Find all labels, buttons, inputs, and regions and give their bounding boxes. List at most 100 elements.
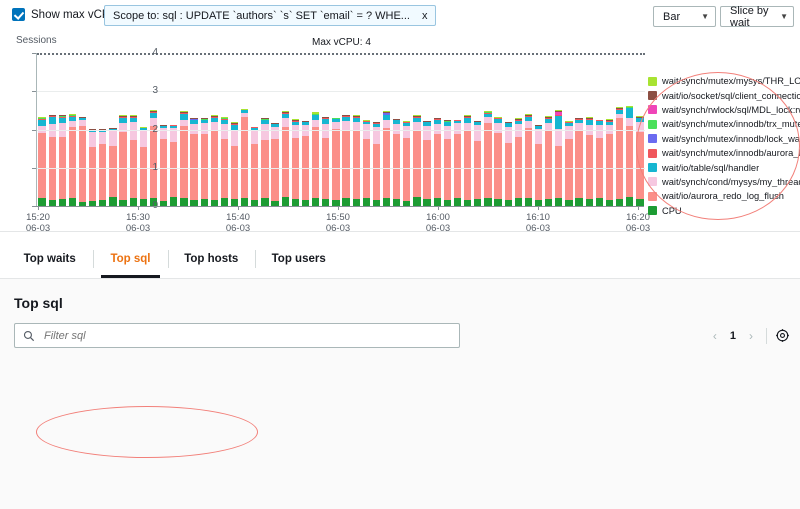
legend-item[interactable]: wait/synch/mutex/innodb/trx_mutex [648, 117, 800, 131]
chart-bar[interactable] [535, 125, 542, 206]
chart-bar-segment [99, 132, 106, 144]
checkbox-icon[interactable] [12, 8, 25, 21]
chart-bar-segment [282, 118, 289, 126]
chart-bar[interactable] [160, 125, 167, 206]
chart-bar[interactable] [444, 120, 451, 206]
chart-bar[interactable] [555, 110, 562, 206]
tab-top-hosts[interactable]: Top hosts [168, 240, 255, 278]
analysis-tabs: Top waitsTop sql Top hosts Top users [0, 240, 800, 278]
chart-bar[interactable] [261, 118, 268, 206]
gridline [37, 91, 645, 92]
chart-bar[interactable] [575, 118, 582, 206]
next-page-button[interactable]: › [744, 329, 758, 343]
y-axis-tick-label: 3 [134, 85, 158, 96]
chart-bar[interactable] [434, 118, 441, 206]
chart-bar-segment [119, 132, 126, 200]
chart-bar[interactable] [302, 121, 309, 206]
chart-bar-segment [241, 198, 248, 206]
chart-bar[interactable] [251, 127, 258, 207]
chart-bar-segment [373, 144, 380, 200]
tab-top-sql[interactable]: Top sql [93, 240, 167, 278]
chart-bar[interactable] [423, 121, 430, 206]
chart-type-select[interactable]: Bar ▼ [653, 6, 716, 27]
chart-bar[interactable] [292, 119, 299, 206]
x-tick-time: 15:30 [126, 212, 150, 223]
chart-bar[interactable] [231, 122, 238, 206]
chart-bar[interactable] [190, 118, 197, 206]
legend-item[interactable]: CPU [648, 204, 800, 218]
slice-by-select[interactable]: Slice by wait ▼ [720, 6, 794, 27]
legend-item[interactable]: wait/synch/mutex/innodb/lock_wait_m [648, 132, 800, 146]
chart-plot-area [36, 53, 644, 206]
chart-bar-segment [626, 197, 633, 206]
chart-bar-segment [565, 139, 572, 200]
chart-bar[interactable] [596, 120, 603, 206]
legend-item[interactable]: wait/synch/mutex/innodb/aurora_lock [648, 146, 800, 160]
legend-label: CPU [662, 206, 682, 216]
chart-bar[interactable] [393, 119, 400, 206]
chart-bar[interactable] [332, 118, 339, 206]
chart-bar[interactable] [241, 109, 248, 206]
page-number[interactable]: 1 [726, 330, 740, 342]
chart-bar-segment [201, 199, 208, 206]
chart-bar[interactable] [271, 123, 278, 206]
chart-bar[interactable] [616, 107, 623, 206]
x-tick-date: 06-03 [326, 223, 350, 234]
chart-bar[interactable] [49, 115, 56, 206]
sessions-chart: Sessions Max vCPU: 4 01234 15:2006-0315:… [0, 32, 800, 232]
chart-bar[interactable] [180, 111, 187, 206]
chart-bar-segment [474, 199, 481, 206]
chart-bar[interactable] [454, 120, 461, 206]
x-tick-time: 15:40 [226, 212, 250, 223]
chart-bar[interactable] [565, 121, 572, 206]
tab-label: Top hosts [184, 253, 238, 265]
chart-bar[interactable] [119, 115, 126, 206]
x-axis-line [36, 206, 644, 207]
chart-bar[interactable] [484, 111, 491, 206]
chart-bar-segment [403, 138, 410, 200]
legend-item[interactable]: wait/io/socket/sql/client_connectio [648, 88, 800, 102]
chart-bar[interactable] [373, 122, 380, 206]
x-axis-tick [538, 206, 539, 210]
chart-bar-segment [251, 131, 258, 145]
show-max-vcpu-checkbox[interactable]: Show max vCPU [12, 8, 118, 21]
chart-bar-segment [423, 199, 430, 206]
chart-bar-segment [160, 139, 167, 201]
previous-page-button[interactable]: ‹ [708, 329, 722, 343]
chart-bar[interactable] [69, 114, 76, 207]
chart-bar[interactable] [403, 121, 410, 206]
search-input[interactable] [42, 329, 451, 343]
chart-bar[interactable] [626, 106, 633, 206]
chart-bar[interactable] [312, 112, 319, 206]
x-tick-date: 06-03 [226, 223, 250, 234]
legend-item[interactable]: wait/synch/mutex/mysys/THR_LOCK:mu [648, 74, 800, 88]
chart-bar-segment [38, 198, 45, 206]
chart-bar[interactable] [505, 122, 512, 206]
chart-bar[interactable] [59, 115, 66, 206]
chart-bar-segment [413, 197, 420, 206]
chart-bar[interactable] [525, 114, 532, 206]
chart-bar-segment [282, 127, 289, 197]
chart-bar[interactable] [474, 121, 481, 206]
scope-filter-text: Scope to: sql : UPDATE `authors` `s` SET… [113, 10, 410, 22]
chart-bar[interactable] [342, 115, 349, 206]
chart-bar[interactable] [383, 111, 390, 206]
chart-bar[interactable] [606, 119, 613, 206]
chart-bar[interactable] [170, 125, 177, 206]
close-icon[interactable]: x [420, 10, 430, 22]
legend-item[interactable]: wait/io/aurora_redo_log_flush [648, 189, 800, 203]
legend-item[interactable]: wait/synch/cond/mysys/my_thread_var [648, 175, 800, 189]
search-box[interactable] [14, 323, 460, 348]
scope-filter-chip[interactable]: Scope to: sql : UPDATE `authors` `s` SET… [104, 5, 436, 26]
tab-top-waits[interactable]: Top waits [6, 240, 93, 278]
gear-icon[interactable] [775, 328, 790, 343]
chart-bar[interactable] [363, 120, 370, 206]
tab-top-users[interactable]: Top users [255, 240, 342, 278]
chart-bar[interactable] [515, 118, 522, 206]
chart-bar[interactable] [586, 117, 593, 206]
legend-item[interactable]: wait/synch/rwlock/sql/MDL_lock:rwl [648, 103, 800, 117]
chart-bar[interactable] [282, 111, 289, 206]
chart-bar[interactable] [201, 118, 208, 206]
legend-item[interactable]: wait/io/table/sql/handler [648, 160, 800, 174]
chart-type-value: Bar [663, 11, 680, 23]
